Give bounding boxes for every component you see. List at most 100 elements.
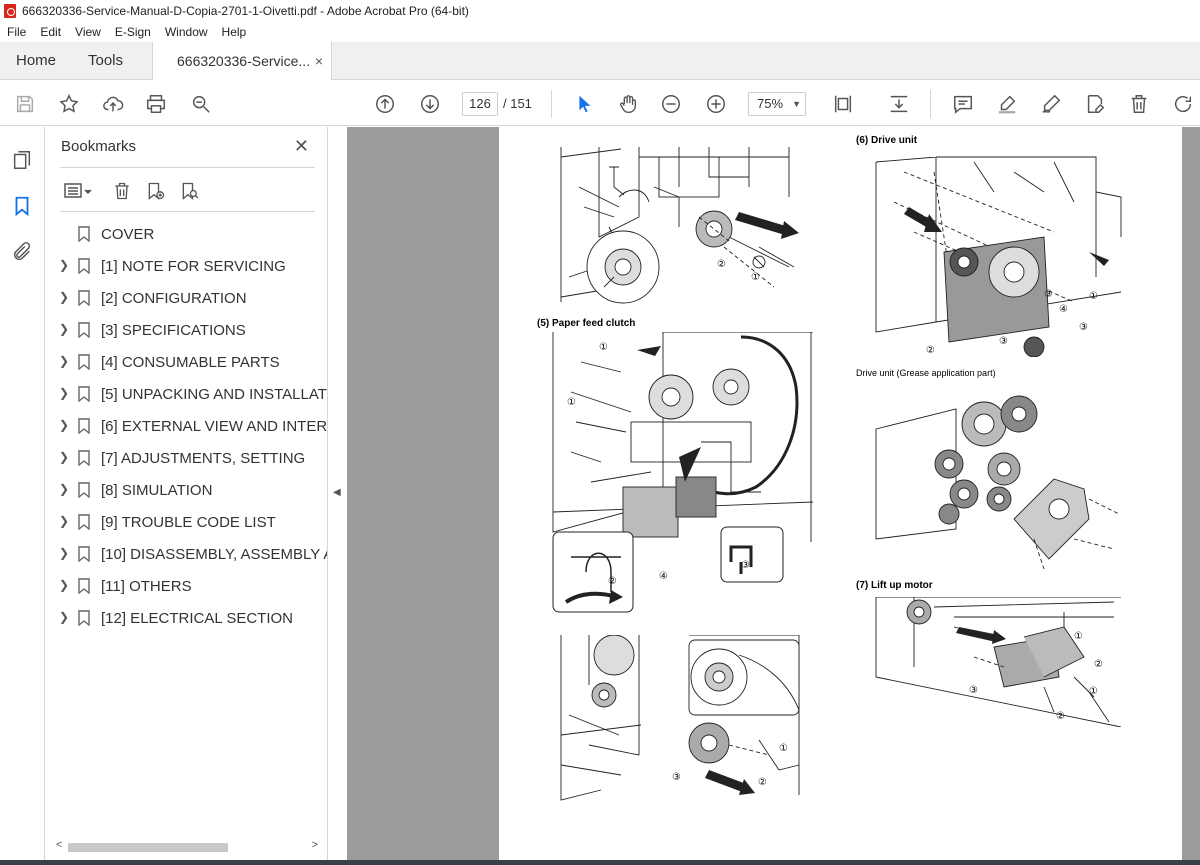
print-icon[interactable] — [143, 91, 169, 117]
chevron-right-icon[interactable]: ❯ — [59, 386, 69, 400]
zoom-in-icon[interactable] — [703, 91, 729, 117]
zoom-value: 75% — [757, 96, 784, 111]
select-cursor-icon[interactable] — [571, 91, 597, 117]
rotate-icon[interactable] — [1170, 91, 1196, 117]
chevron-right-icon[interactable]: ❯ — [59, 514, 69, 528]
tab-document[interactable]: 666320336-Service... × — [152, 42, 332, 80]
bookmark-options-icon[interactable] — [62, 179, 96, 203]
bookmark-item[interactable]: ❯ [2] CONFIGURATION — [46, 282, 327, 314]
comment-icon[interactable] — [950, 91, 976, 117]
chevron-right-icon[interactable]: ❯ — [59, 482, 69, 496]
callout-4: ④ — [1059, 304, 1068, 315]
chevron-right-icon[interactable]: ❯ — [59, 450, 69, 464]
bookmark-icon — [78, 450, 90, 466]
bookmark-item[interactable]: ❯ [9] TROUBLE CODE LIST — [46, 506, 327, 538]
menu-view[interactable]: View — [68, 25, 108, 39]
menu-esign[interactable]: E-Sign — [108, 25, 158, 39]
page-number-input[interactable]: 126 — [462, 92, 498, 116]
bookmark-item[interactable]: ❯ [1] NOTE FOR SERVICING — [46, 250, 327, 282]
tab-document-label: 666320336-Service... — [177, 53, 311, 69]
figure-clutch-removal: ③ ② ① — [560, 635, 800, 801]
upload-cloud-icon[interactable] — [100, 91, 126, 117]
next-page-icon[interactable] — [417, 91, 443, 117]
divider — [60, 167, 315, 168]
tab-close-icon[interactable]: × — [315, 42, 323, 80]
bookmark-item[interactable]: ❯ [6] EXTERNAL VIEW AND INTERN — [46, 410, 328, 442]
bookmark-icon[interactable] — [10, 194, 34, 218]
callout-1: ① — [1089, 686, 1098, 697]
hand-tool-icon[interactable] — [615, 91, 641, 117]
chevron-right-icon[interactable]: ❯ — [59, 610, 69, 624]
chevron-right-icon[interactable]: ❯ — [59, 290, 69, 304]
bookmark-label: [6] EXTERNAL VIEW AND INTERN — [101, 418, 328, 435]
scroll-left-icon[interactable]: < — [56, 839, 62, 851]
zoom-out-icon[interactable] — [658, 91, 684, 117]
scrollbar-thumb[interactable] — [68, 843, 228, 852]
tab-home[interactable]: Home — [16, 42, 56, 80]
callout-2: ② — [608, 576, 617, 587]
previous-page-icon[interactable] — [372, 91, 398, 117]
attachment-paperclip-icon[interactable] — [10, 240, 34, 264]
zoom-search-icon[interactable] — [188, 91, 214, 117]
bookmark-item[interactable]: ❯ [10] DISASSEMBLY, ASSEMBLY AN — [46, 538, 327, 570]
collapse-panel-icon[interactable]: ◀ — [333, 487, 341, 498]
panel-splitter[interactable]: ◀ — [329, 127, 347, 860]
bookmark-item[interactable]: ❯ [8] SIMULATION — [46, 474, 327, 506]
delete-bookmark-icon[interactable] — [110, 179, 134, 203]
zoom-select[interactable]: 75% ▼ — [748, 92, 806, 116]
chevron-right-icon[interactable]: ❯ — [59, 578, 69, 592]
bookmark-label: COVER — [101, 226, 155, 243]
bookmark-item[interactable]: ❯ [3] SPECIFICATIONS — [46, 314, 327, 346]
new-bookmark-icon[interactable] — [144, 179, 168, 203]
highlight-pen-icon[interactable] — [994, 91, 1020, 117]
callout-1: ① — [1074, 631, 1083, 642]
bookmark-icon — [78, 322, 90, 338]
bookmark-icon — [78, 418, 90, 434]
bookmark-icon — [78, 514, 90, 530]
callout-3: ③ — [999, 336, 1008, 347]
callout-2: ② — [758, 777, 767, 788]
page-fit-icon[interactable] — [830, 91, 856, 117]
callout-1: ① — [751, 272, 760, 283]
chevron-right-icon[interactable]: ❯ — [59, 354, 69, 368]
callout-3: ③ — [1079, 322, 1088, 333]
toolbar-divider — [930, 90, 931, 118]
menu-file[interactable]: File — [0, 25, 33, 39]
bookmark-item[interactable]: ❯ [11] OTHERS — [46, 570, 327, 602]
document-viewport[interactable]: ② ① (5) Paper feed clutch ② ④ ③ ① ① ③ ② … — [347, 127, 1200, 860]
callout-1: ① — [599, 342, 608, 353]
main-toolbar: 126 / 151 75% ▼ — [0, 81, 1200, 126]
chevron-right-icon[interactable]: ❯ — [59, 322, 69, 336]
sign-pen-icon[interactable] — [1038, 91, 1064, 117]
bookmark-item[interactable]: ❯ [5] UNPACKING AND INSTALLATIO — [46, 378, 327, 410]
menu-edit[interactable]: Edit — [33, 25, 68, 39]
bookmark-item[interactable]: COVER — [46, 218, 327, 250]
save-icon[interactable] — [12, 91, 38, 117]
bookmark-label: [2] CONFIGURATION — [101, 290, 247, 307]
bookmarks-panel-title: Bookmarks — [61, 138, 137, 155]
scroll-mode-icon[interactable] — [886, 91, 912, 117]
bookmarks-horizontal-scrollbar[interactable]: < > — [52, 838, 322, 856]
chevron-right-icon[interactable]: ❯ — [59, 418, 69, 432]
page-total: / 151 — [503, 96, 532, 111]
bookmark-label: [9] TROUBLE CODE LIST — [101, 514, 276, 531]
delete-icon[interactable] — [1126, 91, 1152, 117]
star-icon[interactable] — [56, 91, 82, 117]
edit-document-icon[interactable] — [1082, 91, 1108, 117]
page-thumbnails-icon[interactable] — [10, 148, 34, 172]
bookmark-item[interactable]: ❯ [7] ADJUSTMENTS, SETTING — [46, 442, 327, 474]
new-bookmark-from-structure-icon[interactable] — [178, 179, 202, 203]
bookmark-label: [8] SIMULATION — [101, 482, 213, 499]
title-bar: 666320336-Service-Manual-D-Copia-2701-1-… — [0, 0, 1200, 22]
menu-window[interactable]: Window — [158, 25, 215, 39]
scroll-right-icon[interactable]: > — [312, 839, 318, 851]
close-icon[interactable]: ✕ — [294, 136, 309, 157]
tab-tools[interactable]: Tools — [88, 42, 123, 80]
callout-1: ① — [1089, 291, 1098, 302]
callout-4: ④ — [659, 571, 668, 582]
menu-help[interactable]: Help — [215, 25, 254, 39]
bookmark-item[interactable]: ❯ [4] CONSUMABLE PARTS — [46, 346, 327, 378]
chevron-right-icon[interactable]: ❯ — [59, 546, 69, 560]
bookmark-item[interactable]: ❯ [12] ELECTRICAL SECTION — [46, 602, 327, 634]
chevron-right-icon[interactable]: ❯ — [59, 258, 69, 272]
